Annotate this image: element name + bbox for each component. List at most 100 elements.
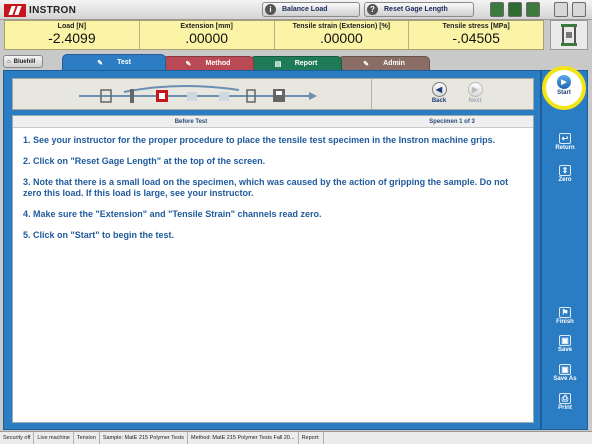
workflow-diagram [79,84,317,103]
back-label: Back [431,98,447,104]
instron-logo-mark-icon [4,3,26,17]
finish-flag-icon: ⚑ [559,307,571,318]
readout-tensile-stress[interactable]: Tensile stress [MPa] -.04505 [409,21,543,49]
save-as-icon: ▣ [559,364,571,375]
tab-test-label: Test [117,59,131,66]
save-as-button[interactable]: ▣ Save As [542,364,588,382]
instruction-item: 3. Note that there is a small load on th… [23,177,509,198]
zero-label: Zero [558,177,572,183]
tab-method[interactable]: ✎ Method [162,56,254,70]
finish-button[interactable]: ⚑ Finish [542,307,588,325]
tab-test[interactable]: ✎ Test [62,54,166,70]
results-step-icon[interactable] [219,92,229,101]
instruction-item: 1. See your instructor for the proper pr… [23,135,496,145]
save-step-icon[interactable] [273,89,285,102]
system-icon[interactable] [572,2,586,17]
test-workflow-bar: ◀ Back ▶ Next [12,78,534,110]
next-label: Next [468,98,482,104]
next-button[interactable]: ▶ Next [460,82,490,104]
finish-label: Finish [556,319,574,325]
status-security: Security off [0,432,35,444]
help-icon: ? [367,4,378,15]
readout-value: .00000 [319,30,363,46]
readout-label: Tensile strain (Extension) [%] [292,23,391,30]
return-icon: ↩ [559,133,571,144]
readout-value: -2.4099 [48,30,96,46]
instruction-item: 4. Make sure the "Extension" and "Tensil… [23,209,322,219]
test-icon: ✎ [97,59,103,67]
tab-admin[interactable]: ✎ Admin [338,56,430,70]
test-workspace: ◀ Back ▶ Next Before Test Specimen 1 of … [3,70,541,430]
calculator-icon[interactable] [508,2,522,17]
reset-gage-length-label: Reset Gage Length [384,6,448,13]
start-button[interactable]: ▶ Start [549,73,579,103]
back-arrow-icon: ◀ [431,82,447,97]
top-bar: INSTRON i Balance Load ? Reset Gage Leng… [0,0,592,20]
zero-icon: ⇕ [559,165,571,176]
readout-value: .00000 [185,30,229,46]
instruction-item: 2. Click on "Reset Gage Length" at the t… [23,156,266,166]
balance-load-button[interactable]: i Balance Load [262,2,360,17]
test-run-step-icon[interactable] [187,92,197,101]
active-step-icon[interactable] [156,90,168,102]
specimen-counter: Specimen 1 of 3 [429,119,475,125]
start-button-highlight: ▶ Start [542,66,586,110]
back-button[interactable]: ◀ Back [424,82,454,104]
readout-label: Load [N] [57,23,87,30]
save-icon: ▣ [559,335,571,346]
balance-load-label: Balance Load [282,6,328,13]
instron-logo: INSTRON [4,3,76,17]
print-label: Print [558,405,572,411]
status-sample: Sample: MatE 215 Polymer Tests [100,432,189,444]
readout-label: Extension [mm] [180,23,233,30]
next-arrow-icon: ▶ [467,82,483,97]
load-frame-icon[interactable] [550,20,588,50]
save-button[interactable]: ▣ Save [542,335,588,353]
save-as-label: Save As [553,376,577,382]
app-name: INSTRON [29,4,77,16]
save-label: Save [557,347,572,353]
status-bar: Security off Live machine Tension Sample… [0,431,592,444]
report-icon: ▤ [274,60,282,68]
tab-report-label: Report [294,60,318,67]
step-title: Before Test [174,119,208,125]
instructions-panel: Before Test Specimen 1 of 3 1. See your … [12,115,534,423]
return-label: Return [555,145,575,151]
readout-extension[interactable]: Extension [mm] .00000 [140,21,275,49]
print-button[interactable]: ⎙ Print [542,393,588,411]
status-mode: Tension [74,432,100,444]
start-label: Start [557,90,571,96]
tab-admin-label: Admin [383,60,405,67]
instruction-item: 5. Click on "Start" to begin the test. [23,230,175,240]
bluehill-label: Bluehill [13,58,36,65]
readout-tensile-strain[interactable]: Tensile strain (Extension) [%] .00000 [275,21,410,49]
readout-label: Tensile stress [MPa] [442,23,510,30]
instruction-list: 1. See your instructor for the proper pr… [13,128,533,241]
right-toolbar: ↩ Return ⇕ Zero ⚑ Finish ▣ Save ▣ Save A… [541,70,588,430]
panel-header: Before Test Specimen 1 of 3 [13,116,533,128]
return-button[interactable]: ↩ Return [542,133,588,151]
status-machine: Live machine [34,432,74,444]
wizard-nav: ◀ Back ▶ Next [371,79,533,109]
readout-load[interactable]: Load [N] -2.4099 [5,21,140,49]
home-icon: ⌂ [7,58,11,65]
zero-button[interactable]: ⇕ Zero [542,165,588,183]
tab-report[interactable]: ▤ Report [250,56,342,70]
status-method: Method: MatE 215 Polymer Tests Fall 20..… [188,432,299,444]
live-readouts: Load [N] -2.4099 Extension [mm] .00000 T… [4,20,544,50]
machine-status-icon[interactable] [490,2,504,17]
admin-icon: ✎ [363,60,369,68]
grip-step-icon[interactable] [130,89,134,103]
reset-gage-length-button[interactable]: ? Reset Gage Length [364,2,474,17]
bluehill-home-button[interactable]: ⌂ Bluehill [3,55,43,68]
tab-method-label: Method [205,60,231,67]
play-icon: ▶ [557,75,571,89]
info-icon: i [265,4,276,15]
tab-row: ⌂ Bluehill ✎ Admin ▤ Report ✎ Method ✎ T… [0,54,592,70]
print-icon: ⎙ [559,393,571,404]
readout-value: -.04505 [452,30,500,46]
grip-control-icon[interactable] [526,2,540,17]
method-icon: ✎ [185,60,192,68]
device-icon[interactable] [554,2,568,17]
status-report: Report: [299,432,324,444]
